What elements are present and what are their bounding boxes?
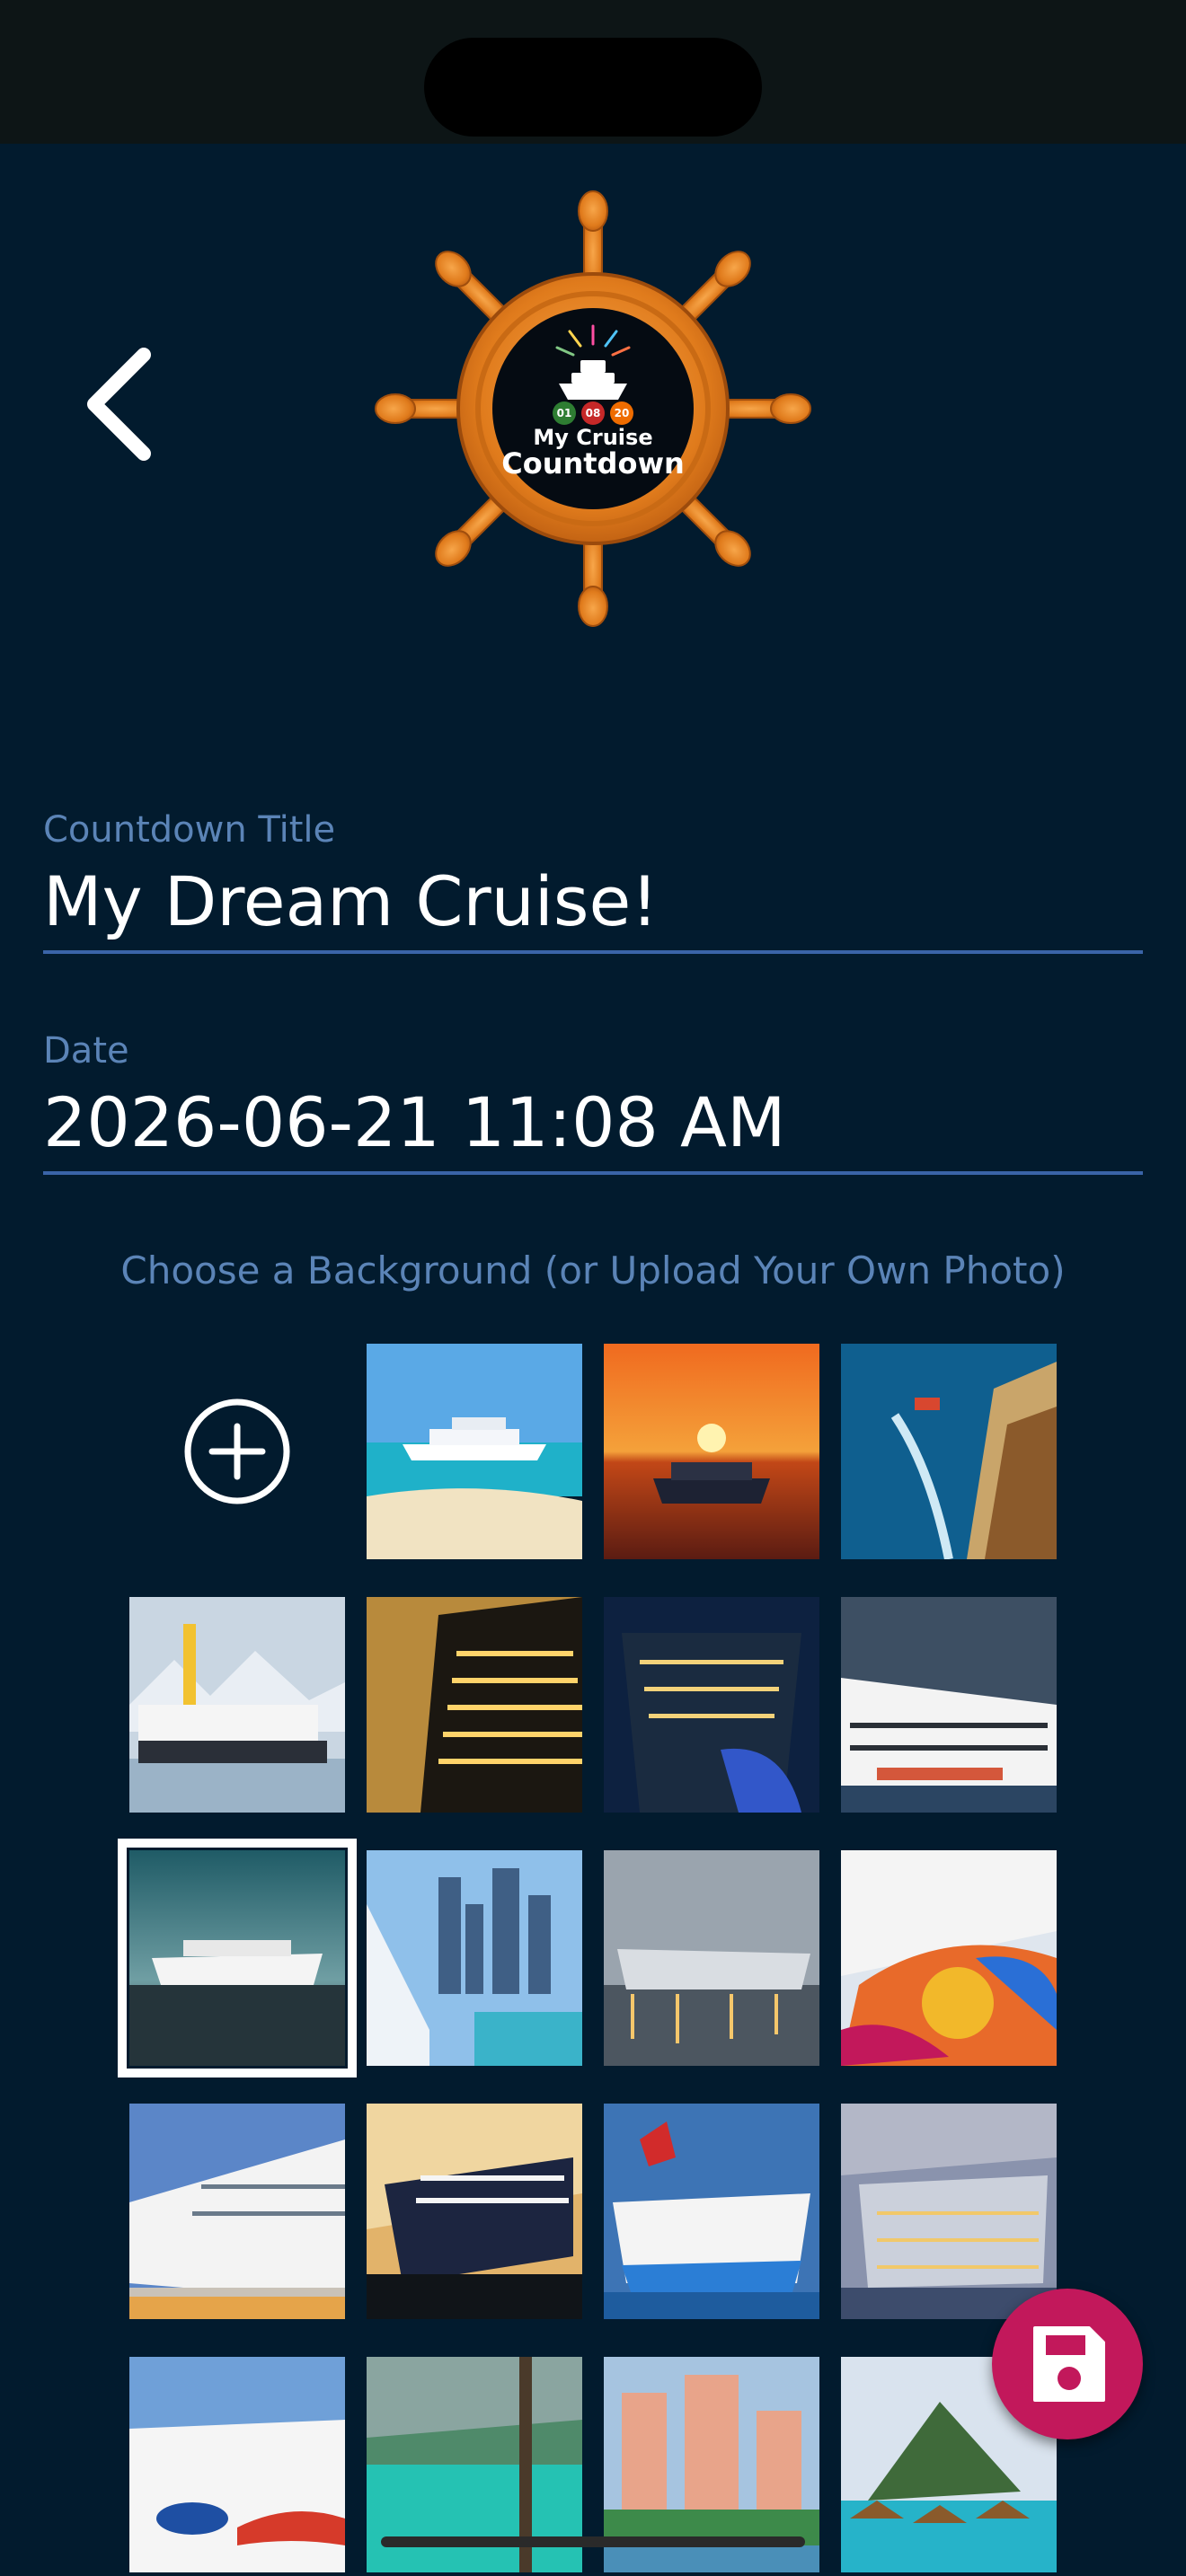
logo-digit-1: 01 [557, 407, 572, 419]
back-button[interactable] [72, 341, 171, 467]
countdown-title-underline [43, 950, 1143, 954]
logo-digit-2: 08 [586, 407, 601, 419]
ship-dusk-port-image [841, 2104, 1057, 2319]
ship-at-sunset-image [604, 1344, 819, 1559]
chevron-left-icon [87, 348, 151, 461]
logo-digit-3: 20 [615, 407, 630, 419]
carnival-ship-blue-image [604, 2104, 819, 2319]
ship-docked-pier-image [129, 2104, 345, 2319]
dynamic-island [424, 38, 762, 137]
date-label: Date [43, 1030, 129, 1072]
background-option[interactable] [841, 1850, 1057, 2066]
background-option[interactable] [604, 2104, 819, 2319]
aida-ship-face-image [129, 2357, 345, 2572]
background-option[interactable] [129, 1597, 345, 1813]
ship-dark-hull-sunset-image [367, 2104, 582, 2319]
background-option[interactable] [841, 1597, 1057, 1813]
background-option[interactable] [129, 2357, 345, 2572]
background-option[interactable] [367, 2104, 582, 2319]
date-input[interactable]: 2026-06-21 11:08 AM [43, 1078, 1143, 1168]
ship-bow-night-image [604, 1597, 819, 1813]
paddle-steamer-mountains-image [129, 1597, 345, 1813]
app-logo: 01 08 20 My Cruise Countdown [368, 184, 818, 633]
background-option[interactable] [841, 1344, 1057, 1559]
countdown-title-input[interactable]: My Dream Cruise! [43, 857, 1143, 947]
background-option[interactable] [604, 1597, 819, 1813]
countdown-title-label: Countdown Title [43, 809, 336, 851]
upload-photo-button[interactable] [129, 1344, 345, 1559]
ship-evening-lights-image [604, 1850, 819, 2066]
background-option[interactable] [367, 1597, 582, 1813]
countdown-title-field[interactable]: Countdown Title My Dream Cruise! [43, 808, 1143, 954]
background-option[interactable] [129, 2104, 345, 2319]
date-underline [43, 1171, 1143, 1175]
ship-stern-night-gold-image [367, 1597, 582, 1813]
background-option-selected[interactable] [118, 1839, 357, 2078]
background-option[interactable] [604, 1344, 819, 1559]
save-button[interactable] [992, 2289, 1143, 2439]
background-option[interactable] [841, 2104, 1057, 2319]
home-indicator [381, 2536, 805, 2547]
ship-aerial-wake-image [841, 1344, 1057, 1559]
save-icon [1033, 2326, 1105, 2402]
logo-line-2: Countdown [501, 446, 685, 481]
background-heading: Choose a Background (or Upload Your Own … [120, 1248, 1066, 1292]
city-skyline-deck-image [367, 1850, 582, 2066]
status-bar [0, 0, 1186, 144]
ship-in-fjord-image [841, 1597, 1057, 1813]
background-option[interactable] [604, 1850, 819, 2066]
ship-colorful-hull-art-image [841, 1850, 1057, 2066]
background-option[interactable] [367, 1344, 582, 1559]
plus-circle-icon [184, 1398, 290, 1504]
background-option[interactable] [367, 1850, 582, 2066]
msc-ship-at-sea-image [129, 1850, 345, 2066]
date-field[interactable]: Date 2026-06-21 11:08 AM [43, 1029, 1143, 1175]
ship-at-beach-image [367, 1344, 582, 1559]
